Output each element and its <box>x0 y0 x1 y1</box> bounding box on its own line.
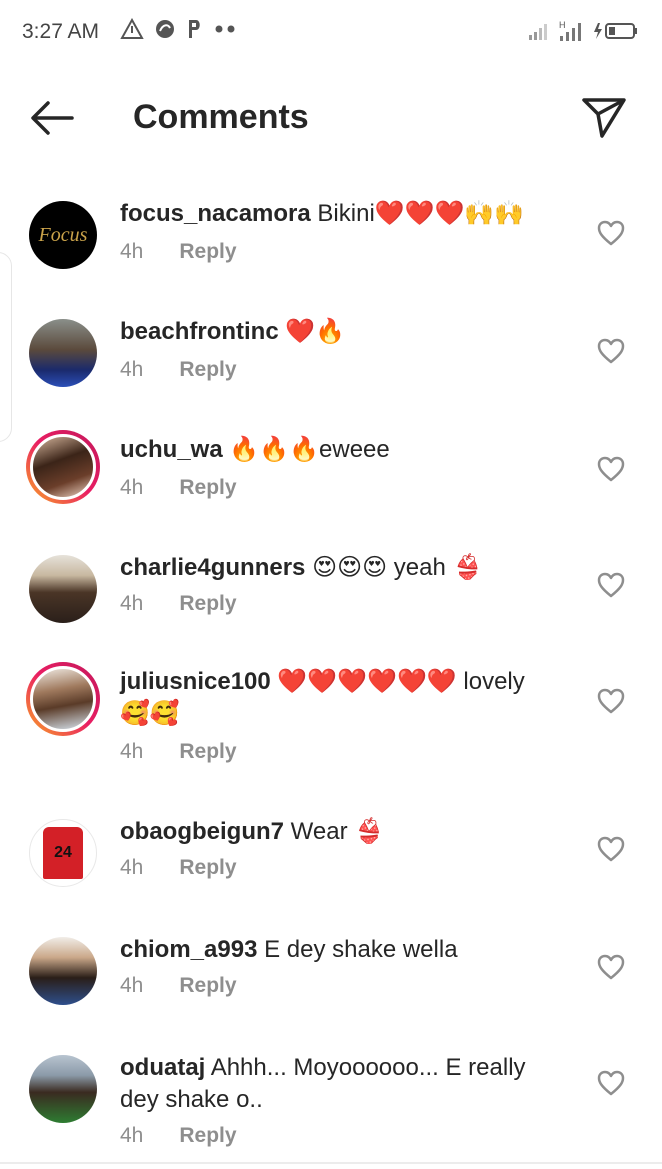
battery-charging-icon <box>594 23 637 39</box>
comment-text: oduataj Ahhh... Moyoooooo... E really de… <box>120 1052 560 1116</box>
comment-text: chiom_a993 E dey shake wella <box>120 934 560 966</box>
comment-text: uchu_wa 🔥🔥🔥eweee <box>120 434 560 466</box>
heart-outline-icon <box>597 954 625 980</box>
share-button[interactable] <box>580 96 628 140</box>
more-dots-icon <box>215 25 235 33</box>
reply-button[interactable]: Reply <box>179 974 236 998</box>
comment-content: 😍😍😍 yeah 👙 <box>312 554 483 581</box>
comment-username[interactable]: oduataj <box>120 1054 205 1081</box>
comment-username[interactable]: chiom_a993 <box>120 936 257 963</box>
reply-button[interactable]: Reply <box>179 740 236 764</box>
p-icon <box>189 20 200 38</box>
comment-content: Bikini❤️❤️❤️🙌🙌 <box>317 200 525 227</box>
comment-username[interactable]: uchu_wa <box>120 436 223 463</box>
arrow-left-icon <box>31 101 74 135</box>
notification-icons <box>120 18 238 40</box>
comment-username[interactable]: charlie4gunners <box>120 554 305 581</box>
signal-h-icon: H <box>559 20 581 41</box>
heart-outline-icon <box>597 836 625 862</box>
like-button[interactable] <box>597 688 625 714</box>
comment-time: 4h <box>120 1124 144 1147</box>
comment-username[interactable]: juliusnice100 <box>120 668 271 695</box>
comment-content: Wear 👙 <box>290 818 385 845</box>
shark-icon <box>156 20 174 38</box>
bottom-divider <box>0 1162 662 1164</box>
comment-content: E dey shake wella <box>264 936 458 963</box>
heart-outline-icon <box>597 572 625 598</box>
avatar[interactable] <box>26 316 100 390</box>
comment-time: 4h <box>120 476 144 499</box>
comment-content: 🔥🔥🔥eweee <box>229 436 390 463</box>
comment-text: charlie4gunners 😍😍😍 yeah 👙 <box>120 552 560 584</box>
reply-button[interactable]: Reply <box>179 358 236 382</box>
heart-outline-icon <box>597 338 625 364</box>
heart-outline-icon <box>597 220 625 246</box>
page-title: Comments <box>133 98 309 136</box>
comment-time: 4h <box>120 358 144 381</box>
avatar[interactable]: Focus <box>26 198 100 272</box>
heart-outline-icon <box>597 1070 625 1096</box>
avatar[interactable]: 24 <box>26 816 100 890</box>
reply-button[interactable]: Reply <box>179 1124 236 1148</box>
comment-text: focus_nacamora Bikini❤️❤️❤️🙌🙌 <box>120 198 560 230</box>
comment-text: beachfrontinc ❤️🔥 <box>120 316 560 348</box>
heart-outline-icon <box>597 456 625 482</box>
reply-button[interactable]: Reply <box>179 240 236 264</box>
jersey-icon: 24 <box>43 827 83 879</box>
comment-meta: 4h Reply <box>120 1124 237 1148</box>
comment-username[interactable]: focus_nacamora <box>120 200 311 227</box>
back-button[interactable] <box>28 96 76 140</box>
reply-button[interactable]: Reply <box>179 856 236 880</box>
send-icon <box>582 98 626 138</box>
comment-time: 4h <box>120 974 144 997</box>
comment-text: juliusnice100 ❤️❤️❤️❤️❤️❤️ lovely 🥰🥰 <box>120 666 560 730</box>
reply-button[interactable]: Reply <box>179 476 236 500</box>
like-button[interactable] <box>597 456 625 482</box>
header-bar: Comments <box>0 66 662 170</box>
reply-button[interactable]: Reply <box>179 592 236 616</box>
side-edge-tab[interactable] <box>0 252 12 442</box>
avatar[interactable] <box>26 1052 100 1126</box>
comment-meta: 4h Reply <box>120 358 237 382</box>
comment-time: 4h <box>120 592 144 615</box>
comment-time: 4h <box>120 240 144 263</box>
comment-text: obaogbeigun7 Wear 👙 <box>120 816 560 848</box>
status-time: 3:27 AM <box>22 20 100 43</box>
signal-icon <box>529 24 547 40</box>
avatar-story-ring[interactable] <box>26 430 100 504</box>
comment-meta: 4h Reply <box>120 240 237 264</box>
comment-meta: 4h Reply <box>120 592 237 616</box>
like-button[interactable] <box>597 954 625 980</box>
comment-meta: 4h Reply <box>120 856 237 880</box>
avatar[interactable] <box>26 552 100 626</box>
comment-meta: 4h Reply <box>120 974 237 998</box>
like-button[interactable] <box>597 1070 625 1096</box>
avatar-story-ring[interactable] <box>26 662 100 736</box>
comment-content: ❤️🔥 <box>285 318 346 345</box>
heart-outline-icon <box>597 688 625 714</box>
like-button[interactable] <box>597 220 625 246</box>
comment-meta: 4h Reply <box>120 740 237 764</box>
comment-time: 4h <box>120 856 144 879</box>
like-button[interactable] <box>597 572 625 598</box>
avatar-logo-text: Focus <box>38 223 88 246</box>
triangle-icon <box>120 18 144 39</box>
comment-meta: 4h Reply <box>120 476 237 500</box>
status-bar: 3:27 AM H <box>0 0 662 66</box>
like-button[interactable] <box>597 836 625 862</box>
system-icons: H <box>528 20 640 42</box>
like-button[interactable] <box>597 338 625 364</box>
comment-username[interactable]: beachfrontinc <box>120 318 279 345</box>
comment-time: 4h <box>120 740 144 763</box>
jersey-number: 24 <box>54 844 72 861</box>
svg-text:H: H <box>559 20 566 30</box>
avatar[interactable] <box>26 934 100 1008</box>
comment-username[interactable]: obaogbeigun7 <box>120 818 284 845</box>
